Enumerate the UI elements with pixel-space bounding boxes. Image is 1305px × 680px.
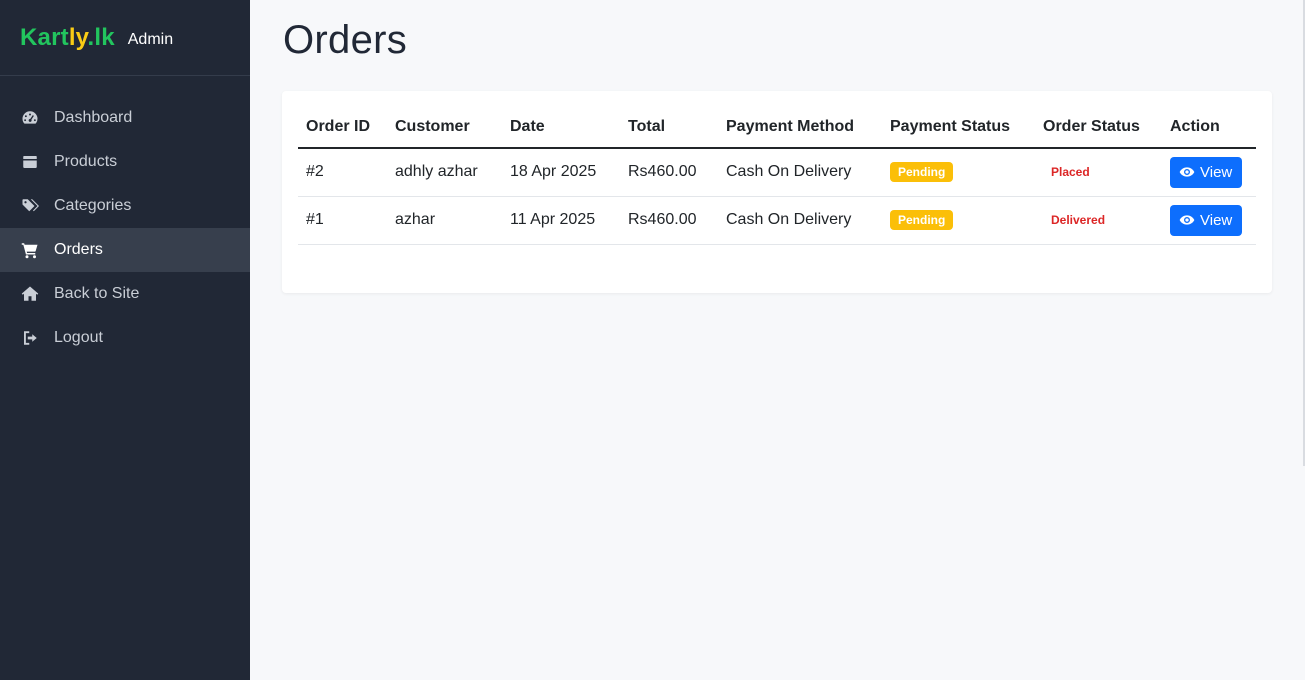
view-button-label: View bbox=[1200, 211, 1233, 229]
order-status-cell: Delivered bbox=[1035, 196, 1162, 245]
sidebar-item-label: Back to Site bbox=[54, 285, 140, 302]
order-status-text: Delivered bbox=[1051, 213, 1106, 227]
table-row: #1 azhar 11 Apr 2025 Rs460.00 Cash On De… bbox=[298, 196, 1256, 245]
orders-card: Order ID Customer Date Total Payment Met… bbox=[282, 91, 1272, 293]
sidebar: Kartly.lk Admin Dashboard Products Categ… bbox=[0, 0, 250, 680]
box-icon bbox=[20, 152, 40, 172]
cart-icon bbox=[20, 240, 40, 260]
payment-status-cell: Pending bbox=[882, 196, 1035, 245]
column-header-action: Action bbox=[1162, 107, 1256, 149]
column-header-total: Total bbox=[620, 107, 718, 149]
sidebar-item-label: Dashboard bbox=[54, 109, 133, 126]
eye-icon bbox=[1179, 167, 1195, 177]
payment-method-cell: Cash On Delivery bbox=[718, 196, 882, 245]
sidebar-item-label: Logout bbox=[54, 329, 103, 346]
logo-part-ly: ly bbox=[68, 23, 88, 51]
column-header-order-id: Order ID bbox=[298, 107, 387, 149]
logo-part-lk: .lk bbox=[87, 23, 115, 51]
view-button-label: View bbox=[1200, 163, 1233, 181]
page-title: Orders bbox=[283, 18, 408, 62]
eye-icon bbox=[1179, 215, 1195, 225]
site-logo[interactable]: Kartly.lk bbox=[20, 24, 115, 52]
main-content: Orders Order ID Customer Date Total Paym… bbox=[250, 0, 1305, 680]
column-header-payment-status: Payment Status bbox=[882, 107, 1035, 149]
sidebar-item-categories[interactable]: Categories bbox=[0, 184, 250, 228]
sidebar-item-label: Categories bbox=[54, 197, 132, 214]
sidebar-item-products[interactable]: Products bbox=[0, 140, 250, 184]
view-order-button[interactable]: View bbox=[1170, 204, 1243, 236]
column-header-customer: Customer bbox=[387, 107, 502, 149]
table-header-row: Order ID Customer Date Total Payment Met… bbox=[298, 107, 1256, 149]
logout-icon bbox=[20, 328, 40, 348]
sidebar-item-back-to-site[interactable]: Back to Site bbox=[0, 272, 250, 316]
brand: Kartly.lk Admin bbox=[0, 0, 250, 76]
payment-status-badge: Pending bbox=[890, 210, 954, 230]
orders-table: Order ID Customer Date Total Payment Met… bbox=[298, 107, 1256, 245]
order-id-cell: #2 bbox=[298, 148, 387, 197]
total-cell: Rs460.00 bbox=[620, 196, 718, 245]
payment-status-cell: Pending bbox=[882, 148, 1035, 197]
sidebar-item-dashboard[interactable]: Dashboard bbox=[0, 96, 250, 140]
tags-icon bbox=[20, 196, 40, 216]
payment-status-badge: Pending bbox=[890, 162, 954, 183]
column-header-date: Date bbox=[502, 107, 620, 149]
table-row: #2 adhly azhar 18 Apr 2025 Rs460.00 Cash… bbox=[298, 148, 1256, 197]
customer-cell: azhar bbox=[387, 196, 502, 245]
date-cell: 11 Apr 2025 bbox=[502, 196, 620, 245]
view-order-button[interactable]: View bbox=[1170, 156, 1243, 188]
column-header-order-status: Order Status bbox=[1035, 107, 1162, 149]
logo-part-kart: Kart bbox=[20, 23, 69, 51]
order-id-cell: #1 bbox=[298, 196, 387, 245]
home-icon bbox=[20, 284, 40, 304]
sidebar-item-label: Products bbox=[54, 153, 118, 170]
payment-method-cell: Cash On Delivery bbox=[718, 148, 882, 197]
sidebar-item-label: Orders bbox=[54, 241, 103, 258]
date-cell: 18 Apr 2025 bbox=[502, 148, 620, 197]
customer-cell: adhly azhar bbox=[387, 148, 502, 197]
column-header-payment-method: Payment Method bbox=[718, 107, 882, 149]
order-status-cell: Placed bbox=[1035, 148, 1162, 197]
sidebar-nav: Dashboard Products Categories Orders Bac… bbox=[0, 96, 250, 360]
total-cell: Rs460.00 bbox=[620, 148, 718, 197]
order-status-text: Placed bbox=[1051, 165, 1090, 180]
gauge-icon bbox=[20, 108, 40, 128]
brand-subtitle: Admin bbox=[127, 30, 174, 48]
action-cell: View bbox=[1162, 196, 1256, 245]
sidebar-item-logout[interactable]: Logout bbox=[0, 316, 250, 360]
sidebar-item-orders[interactable]: Orders bbox=[0, 228, 250, 272]
action-cell: View bbox=[1162, 148, 1256, 197]
